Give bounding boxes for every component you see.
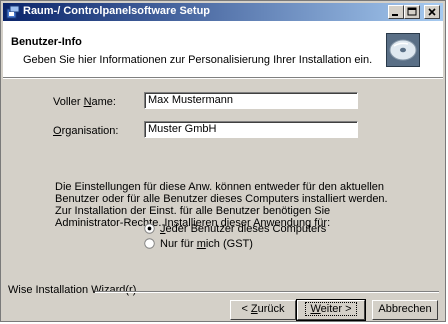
name-input[interactable]: Max Mustermann — [144, 92, 358, 109]
page-title: Benutzer-Info — [11, 36, 82, 48]
page-subtitle: Geben Sie hier Informationen zur Persona… — [23, 54, 373, 66]
title-bar[interactable]: Raum-/ Controlpanelsoftware Setup — [3, 3, 443, 21]
close-icon — [428, 8, 436, 16]
maximize-button[interactable] — [404, 5, 420, 19]
window-title: Raum-/ Controlpanelsoftware Setup — [23, 5, 211, 17]
setup-window: Raum-/ Controlpanelsoftware Setup Benutz… — [0, 0, 446, 322]
footer-divider — [95, 291, 439, 293]
organisation-label: Organisation: — [53, 125, 119, 137]
installer-brand: Wise Installation Wizard(r) — [8, 284, 137, 296]
maximize-icon — [407, 7, 417, 16]
minimize-icon — [392, 14, 398, 16]
header-divider — [3, 77, 443, 79]
name-label: Voller Name: — [53, 96, 116, 108]
cd-install-icon — [386, 33, 420, 67]
next-button[interactable]: Weiter > — [296, 299, 366, 321]
cancel-button[interactable]: Abbrechen — [372, 300, 438, 320]
radio-only-me-label[interactable]: Nur für mich (GST) — [160, 238, 253, 250]
radio-only-me[interactable] — [144, 238, 155, 249]
radio-all-users-label[interactable]: Jeder Benutzer dieses Computers — [160, 223, 326, 235]
setup-app-icon — [6, 5, 20, 19]
back-button[interactable]: < Zurück — [230, 300, 296, 320]
organisation-input[interactable]: Muster GmbH — [144, 121, 358, 138]
close-button[interactable] — [424, 5, 440, 19]
radio-all-users[interactable] — [144, 223, 155, 234]
info-text: Die Einstellungen für diese Anw. können … — [55, 181, 388, 229]
minimize-button[interactable] — [388, 5, 404, 19]
header-panel: Benutzer-Info Geben Sie hier Information… — [3, 21, 443, 77]
